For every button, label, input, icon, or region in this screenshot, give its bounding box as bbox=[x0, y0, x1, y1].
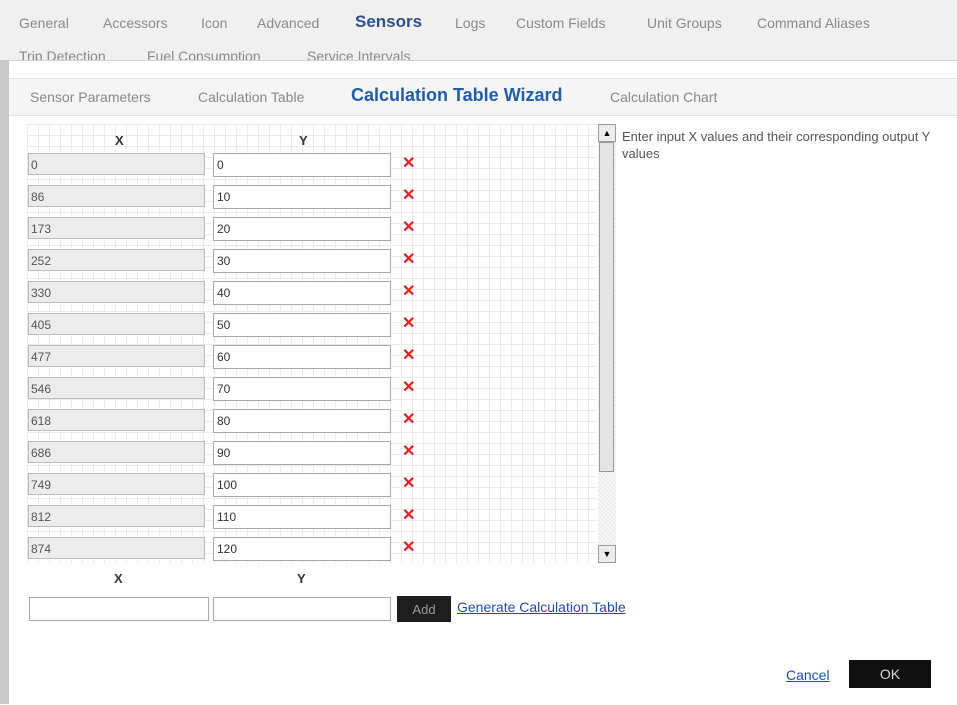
table-row: 546 ✕ bbox=[27, 377, 597, 401]
delete-row-icon[interactable]: ✕ bbox=[402, 284, 416, 300]
sub-tab-bar: Sensor Parameters Calculation Table Calc… bbox=[9, 78, 957, 116]
scroll-up-icon[interactable]: ▲ bbox=[598, 124, 616, 142]
tab-service-intervals[interactable]: Service Intervals bbox=[307, 48, 410, 60]
y-value-input[interactable] bbox=[213, 505, 391, 529]
instructions-text: Enter input X values and their correspon… bbox=[622, 129, 931, 161]
y-value-input[interactable] bbox=[213, 473, 391, 497]
y-value-input[interactable] bbox=[213, 537, 391, 561]
ok-button[interactable]: OK bbox=[849, 660, 931, 688]
y-value-input[interactable] bbox=[213, 185, 391, 209]
scrollbar-thumb[interactable] bbox=[599, 142, 614, 472]
delete-row-icon[interactable]: ✕ bbox=[402, 444, 416, 460]
table-row: 330 ✕ bbox=[27, 281, 597, 305]
delete-row-icon[interactable]: ✕ bbox=[402, 348, 416, 364]
x-value-cell: 405 bbox=[28, 313, 205, 335]
x-value-cell: 0 bbox=[28, 153, 205, 175]
table-row: 812 ✕ bbox=[27, 505, 597, 529]
y-value-input[interactable] bbox=[213, 441, 391, 465]
x-value-cell: 86 bbox=[28, 185, 205, 207]
delete-row-icon[interactable]: ✕ bbox=[402, 156, 416, 172]
tab-advanced[interactable]: Advanced bbox=[257, 15, 319, 31]
x-value-cell: 618 bbox=[28, 409, 205, 431]
add-y-input[interactable] bbox=[213, 597, 391, 621]
subtab-calculation-table-wizard[interactable]: Calculation Table Wizard bbox=[351, 85, 563, 106]
table-row: 477 ✕ bbox=[27, 345, 597, 369]
delete-row-icon[interactable]: ✕ bbox=[402, 412, 416, 428]
delete-row-icon[interactable]: ✕ bbox=[402, 540, 416, 556]
delete-row-icon[interactable]: ✕ bbox=[402, 188, 416, 204]
x-column-header: X bbox=[115, 133, 124, 148]
tab-general[interactable]: General bbox=[19, 15, 69, 31]
x-value-cell: 330 bbox=[28, 281, 205, 303]
y-value-input[interactable] bbox=[213, 281, 391, 305]
calculation-grid: X Y 0✕86✕173✕252✕330✕405✕477✕546✕618✕686… bbox=[27, 124, 597, 563]
add-y-header: Y bbox=[297, 571, 306, 586]
x-value-cell: 173 bbox=[28, 217, 205, 239]
add-x-input[interactable] bbox=[29, 597, 209, 621]
y-value-input[interactable] bbox=[213, 345, 391, 369]
y-value-input[interactable] bbox=[213, 217, 391, 241]
subtab-calculation-table[interactable]: Calculation Table bbox=[198, 89, 304, 105]
table-row: 749 ✕ bbox=[27, 473, 597, 497]
table-row: 0✕ bbox=[27, 153, 597, 177]
tab-trip-detection[interactable]: Trip Detection bbox=[19, 48, 106, 60]
x-value-cell: 686 bbox=[28, 441, 205, 463]
y-column-header: Y bbox=[299, 133, 308, 148]
tab-fuel-consumption[interactable]: Fuel Consumption bbox=[147, 48, 261, 60]
tab-unit-groups[interactable]: Unit Groups bbox=[647, 15, 722, 31]
cancel-link[interactable]: Cancel bbox=[786, 667, 830, 683]
tab-custom-fields[interactable]: Custom Fields bbox=[516, 15, 605, 31]
add-x-header: X bbox=[114, 571, 123, 586]
tab-logs[interactable]: Logs bbox=[455, 15, 485, 31]
x-value-cell: 749 bbox=[28, 473, 205, 495]
y-value-input[interactable] bbox=[213, 249, 391, 273]
x-value-cell: 812 bbox=[28, 505, 205, 527]
table-row: 405 ✕ bbox=[27, 313, 597, 337]
table-row: 618 ✕ bbox=[27, 409, 597, 433]
delete-row-icon[interactable]: ✕ bbox=[402, 380, 416, 396]
delete-row-icon[interactable]: ✕ bbox=[402, 316, 416, 332]
add-button[interactable]: Add bbox=[397, 596, 451, 622]
vertical-scrollbar[interactable]: ▲ ▼ bbox=[598, 124, 616, 563]
table-row: 252 ✕ bbox=[27, 249, 597, 273]
main-tab-bar: General Accessors Icon Advanced Sensors … bbox=[0, 0, 957, 60]
generate-table-link[interactable]: Generate Calculation Table bbox=[457, 599, 626, 615]
y-value-input[interactable] bbox=[213, 409, 391, 433]
scroll-down-icon[interactable]: ▼ bbox=[598, 545, 616, 563]
delete-row-icon[interactable]: ✕ bbox=[402, 508, 416, 524]
table-row: 173 ✕ bbox=[27, 217, 597, 241]
table-row: 874 ✕ bbox=[27, 537, 597, 561]
table-row: 86 ✕ bbox=[27, 185, 597, 209]
delete-row-icon[interactable]: ✕ bbox=[402, 220, 416, 236]
delete-row-icon[interactable]: ✕ bbox=[402, 476, 416, 492]
x-value-cell: 477 bbox=[28, 345, 205, 367]
delete-row-icon[interactable]: ✕ bbox=[402, 252, 416, 268]
y-value-input[interactable] bbox=[213, 377, 391, 401]
tab-accessors[interactable]: Accessors bbox=[103, 15, 168, 31]
subtab-calculation-chart[interactable]: Calculation Chart bbox=[610, 89, 717, 105]
y-value-input[interactable] bbox=[213, 153, 391, 177]
x-value-cell: 546 bbox=[28, 377, 205, 399]
x-value-cell: 252 bbox=[28, 249, 205, 271]
tab-icon[interactable]: Icon bbox=[201, 15, 227, 31]
subtab-sensor-parameters[interactable]: Sensor Parameters bbox=[30, 89, 151, 105]
x-value-cell: 874 bbox=[28, 537, 205, 559]
y-value-input[interactable] bbox=[213, 313, 391, 337]
table-row: 686 ✕ bbox=[27, 441, 597, 465]
tab-sensors[interactable]: Sensors bbox=[355, 12, 422, 32]
background-edge bbox=[0, 60, 9, 704]
tab-command-aliases[interactable]: Command Aliases bbox=[757, 15, 870, 31]
